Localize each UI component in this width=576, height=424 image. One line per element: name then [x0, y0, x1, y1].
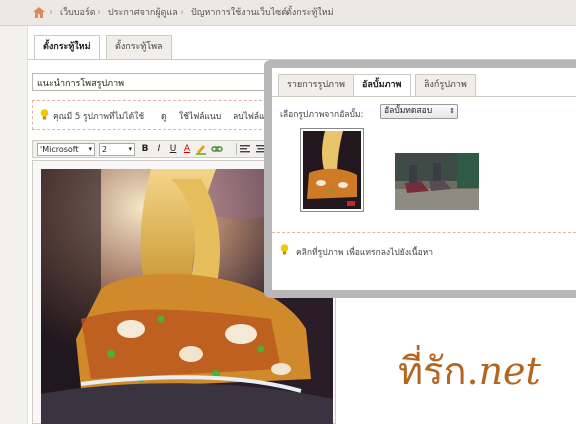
- updown-arrow-icon: ⇕: [449, 107, 455, 115]
- font-color-button[interactable]: A: [181, 143, 193, 156]
- popup-tabs-divider: [272, 96, 576, 97]
- breadcrumb-separator: ›: [275, 7, 279, 18]
- topic-title-input[interactable]: แนะนำการโพสรูปภาพ: [32, 73, 272, 91]
- view-link[interactable]: ดู: [161, 109, 167, 123]
- album-select[interactable]: อัลบั้มทดสอบ ⇕: [380, 104, 458, 119]
- align-left-icon[interactable]: [239, 143, 251, 156]
- underline-button[interactable]: U: [167, 143, 179, 156]
- breadcrumb: › เว็บบอร์ด › ประกาศจากผู้ดูแล › ปัญหากา…: [0, 0, 576, 26]
- use-attachment-link[interactable]: ใช้ไฟล์แนบ: [179, 109, 221, 123]
- attachment-info-bar: คุณมี 5 รูปภาพที่ไม่ได้ใช้ ดู ใช้ไฟล์แนบ…: [32, 100, 276, 130]
- album-thumbnail-shoes[interactable]: [395, 153, 479, 210]
- breadcrumb-usage-problems[interactable]: ปัญหาการใช้งานเว็บไซต์: [191, 0, 287, 26]
- lightbulb-icon: [280, 244, 289, 255]
- tab-image-link[interactable]: ลิงก์รูปภาพ: [415, 74, 476, 96]
- album-select-label: เลือกรูปภาพจากอัลบั้ม:: [280, 110, 364, 120]
- album-thumbnail-noodles[interactable]: [300, 128, 364, 212]
- tab-image-list[interactable]: รายการรูปภาพ: [278, 74, 354, 96]
- font-family-value: 'Microsoft: [40, 145, 79, 154]
- font-size-select[interactable]: 2 ▾: [99, 143, 135, 156]
- chevron-down-icon: ▾: [128, 145, 132, 153]
- chevron-down-icon: ▾: [88, 145, 92, 153]
- album-select-value: อัลบั้มทดสอบ: [384, 106, 433, 116]
- brand-logo: ที่รัก.net: [398, 349, 541, 393]
- tab-new-topic[interactable]: ตั้งกระทู้ใหม่: [34, 35, 100, 60]
- tab-new-poll[interactable]: ตั้งกระทู้โพล: [106, 35, 172, 59]
- hint-divider: [272, 232, 576, 233]
- unused-images-text: คุณมี 5 รูปภาพที่ไม่ได้ใช้: [53, 112, 145, 122]
- font-family-select[interactable]: 'Microsoft ▾: [37, 143, 95, 156]
- breadcrumb-separator: ›: [49, 7, 53, 18]
- highlight-icon[interactable]: [195, 143, 207, 156]
- insert-image-hint: คลิกที่รูปภาพ เพื่อแทรกลงไปยังเนื้อหา: [296, 248, 434, 258]
- bold-button[interactable]: B: [139, 143, 151, 156]
- breadcrumb-current: ตั้งกระทู้ใหม่: [286, 8, 334, 18]
- breadcrumb-webboard[interactable]: เว็บบอร์ด: [60, 0, 96, 26]
- image-picker-panel: รายการรูปภาพ อัลบั้มภาพ ลิงก์รูปภาพ เลือ…: [272, 68, 576, 290]
- breadcrumb-separator: ›: [180, 7, 184, 18]
- breadcrumb-separator: ›: [97, 7, 101, 18]
- editor-toolbar: 'Microsoft ▾ 2 ▾ B I U A: [32, 140, 272, 158]
- left-sidebar-strip: [0, 26, 28, 424]
- link-icon[interactable]: [211, 143, 223, 156]
- breadcrumb-announcements[interactable]: ประกาศจากผู้ดูแล: [108, 0, 178, 26]
- font-size-value: 2: [102, 145, 108, 154]
- home-icon[interactable]: [33, 7, 45, 18]
- image-picker-popup: รายการรูปภาพ อัลบั้มภาพ ลิงก์รูปภาพ เลือ…: [264, 60, 576, 298]
- tab-photo-album[interactable]: อัลบั้มภาพ: [353, 74, 411, 97]
- lightbulb-icon: [40, 109, 49, 120]
- italic-button[interactable]: I: [153, 143, 165, 156]
